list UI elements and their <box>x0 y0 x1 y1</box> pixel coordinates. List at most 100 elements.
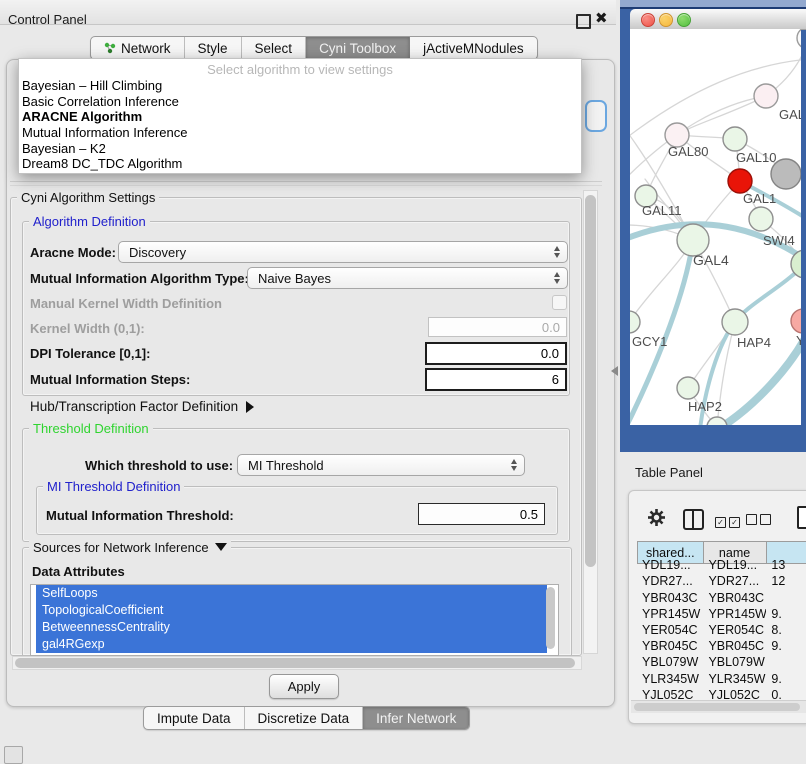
table-cell[interactable]: YDR27... <box>703 573 766 589</box>
dpi-tolerance-input[interactable] <box>425 342 567 365</box>
table-cell[interactable]: YBR043C <box>703 590 766 606</box>
mi-steps-input[interactable] <box>425 368 567 391</box>
attribute-item-selected[interactable]: TopologicalCoefficient <box>36 602 547 619</box>
network-canvas[interactable]: GAL7GAL80GAL10GAL1GAL11SWI4GAL4GCY1HAP4Y… <box>630 29 801 425</box>
table-cell[interactable]: YER054C <box>703 622 766 638</box>
algorithm-option[interactable]: Basic Correlation Inference <box>19 94 581 110</box>
table-horizontal-scrollbar[interactable] <box>631 700 806 713</box>
export-table-icon[interactable] <box>797 506 806 529</box>
mi-type-combo[interactable]: Naive Bayes <box>247 267 568 289</box>
minimized-panel-icon[interactable] <box>4 746 23 764</box>
network-node-gal10[interactable] <box>723 127 747 151</box>
table-cell[interactable]: 13 <box>766 557 806 573</box>
gear-icon[interactable] <box>647 508 666 530</box>
network-node[interactable] <box>771 159 801 189</box>
network-node-hap4[interactable] <box>722 309 748 335</box>
mi-threshold-label: Mutual Information Threshold: <box>46 508 234 523</box>
table-cell[interactable]: YBL079W <box>637 654 703 670</box>
close-traffic-light-icon[interactable] <box>641 13 655 27</box>
network-node-gcy1[interactable] <box>630 311 640 333</box>
algorithm-option[interactable]: Dream8 DC_TDC Algorithm <box>19 156 581 172</box>
algorithm-option[interactable]: Mutual Information Inference <box>19 125 581 141</box>
tab-network[interactable]: Network <box>91 37 185 59</box>
table-row[interactable]: YBR043C YBR043C <box>637 590 806 606</box>
sources-title: Sources for Network Inference <box>33 540 209 555</box>
aracne-mode-combo[interactable]: Discovery <box>118 241 568 263</box>
table-cell[interactable]: YDL19... <box>703 557 766 573</box>
table-row[interactable]: YDR27... YDR27... 12 <box>637 573 806 589</box>
tab-jactivemnodules[interactable]: jActiveMNodules <box>410 37 537 59</box>
tab-style[interactable]: Style <box>185 37 242 59</box>
table-cell[interactable]: YBR045C <box>703 638 766 654</box>
select-all-columns-icon[interactable]: ✓✓ <box>715 513 743 528</box>
table-cell[interactable]: YLR345W <box>703 671 766 687</box>
table-cell[interactable]: 8. <box>766 622 806 638</box>
attribute-item-selected[interactable]: BetweennessCentrality <box>36 619 547 636</box>
network-window-titlebar[interactable] <box>630 9 806 30</box>
table-cell[interactable]: YPR145W <box>703 606 766 622</box>
sources-toggle[interactable]: Sources for Network Inference <box>29 540 231 555</box>
table-cell[interactable] <box>766 654 806 670</box>
network-node-gal1[interactable] <box>728 169 752 193</box>
table-cell[interactable]: YPR145W <box>637 606 703 622</box>
column-layout-icon[interactable] <box>683 509 704 530</box>
table-cell[interactable]: 9. <box>766 606 806 622</box>
tab-infer-network[interactable]: Infer Network <box>363 707 469 729</box>
table-cell[interactable]: YER054C <box>637 622 703 638</box>
list-scrollbar-thumb[interactable] <box>546 587 555 649</box>
network-node-hap2[interactable] <box>677 377 699 399</box>
data-attributes-label: Data Attributes <box>32 564 125 579</box>
network-node-gal7[interactable] <box>754 84 778 108</box>
network-edge[interactable] <box>677 96 766 135</box>
tab-label: Discretize Data <box>258 711 350 726</box>
deselect-all-columns-icon[interactable] <box>746 513 774 528</box>
table-cell[interactable]: YLR345W <box>637 671 703 687</box>
attribute-item-selected[interactable]: gal4RGexp <box>36 636 547 653</box>
table-row[interactable]: YPR145W YPR145W 9. <box>637 606 806 622</box>
tab-cyni-toolbox[interactable]: Cyni Toolbox <box>306 37 410 59</box>
combo-arrows-icon <box>511 459 517 471</box>
close-panel-icon[interactable]: ✖ <box>595 9 608 27</box>
table-cell[interactable]: YBR043C <box>637 590 703 606</box>
table-cell[interactable]: YBL079W <box>703 654 766 670</box>
attribute-item-selected[interactable]: SelfLoops <box>36 585 547 602</box>
splitter-collapse-icon[interactable] <box>611 366 618 376</box>
algorithm-option-selected[interactable]: ARACNE Algorithm <box>19 109 581 125</box>
which-threshold-combo[interactable]: MI Threshold <box>237 454 525 476</box>
tab-select[interactable]: Select <box>242 37 307 59</box>
tab-impute-data[interactable]: Impute Data <box>144 707 245 729</box>
algorithm-option[interactable]: Bayesian – K2 <box>19 141 581 157</box>
table-cell[interactable]: 9. <box>766 671 806 687</box>
network-node-y[interactable] <box>791 309 801 333</box>
kernel-width-input[interactable] <box>428 317 567 337</box>
manual-kernel-checkbox[interactable] <box>552 295 567 310</box>
table-row[interactable]: YLR345W YLR345W 9. <box>637 671 806 687</box>
table-row[interactable]: YBR045C YBR045C 9. <box>637 638 806 654</box>
algorithm-option[interactable]: Bayesian – Hill Climbing <box>19 78 581 94</box>
table-row[interactable]: YER054C YER054C 8. <box>637 622 806 638</box>
tab-discretize-data[interactable]: Discretize Data <box>245 707 364 729</box>
mi-threshold-input[interactable] <box>418 503 545 525</box>
scrollbar-thumb[interactable] <box>15 658 575 668</box>
hub-section-toggle[interactable]: Hub/Transcription Factor Definition <box>30 399 254 414</box>
table-cell[interactable] <box>766 590 806 606</box>
zoom-traffic-light-icon[interactable] <box>677 13 691 27</box>
network-canvas-svg[interactable]: GAL7GAL80GAL10GAL1GAL11SWI4GAL4GCY1HAP4Y… <box>630 29 801 425</box>
float-panel-icon[interactable] <box>576 14 591 29</box>
table-row[interactable]: YBL079W YBL079W <box>637 654 806 670</box>
settings-vertical-scrollbar[interactable] <box>583 190 598 654</box>
scrollbar-thumb[interactable] <box>634 703 800 711</box>
table-cell[interactable]: 9. <box>766 638 806 654</box>
scrollbar-thumb[interactable] <box>585 195 596 567</box>
table-row[interactable]: YDL19... YDL19... 13 <box>637 557 806 573</box>
inference-algorithm-combo-fragment[interactable] <box>585 100 607 132</box>
settings-horizontal-scrollbar[interactable] <box>12 656 582 670</box>
table-cell[interactable]: YBR045C <box>637 638 703 654</box>
network-node[interactable] <box>797 29 801 49</box>
table-cell[interactable]: 12 <box>766 573 806 589</box>
minimize-traffic-light-icon[interactable] <box>659 13 673 27</box>
apply-button[interactable]: Apply <box>269 674 339 699</box>
table-cell[interactable]: YDL19... <box>637 557 703 573</box>
network-node[interactable] <box>749 207 773 231</box>
table-cell[interactable]: YDR27... <box>637 573 703 589</box>
